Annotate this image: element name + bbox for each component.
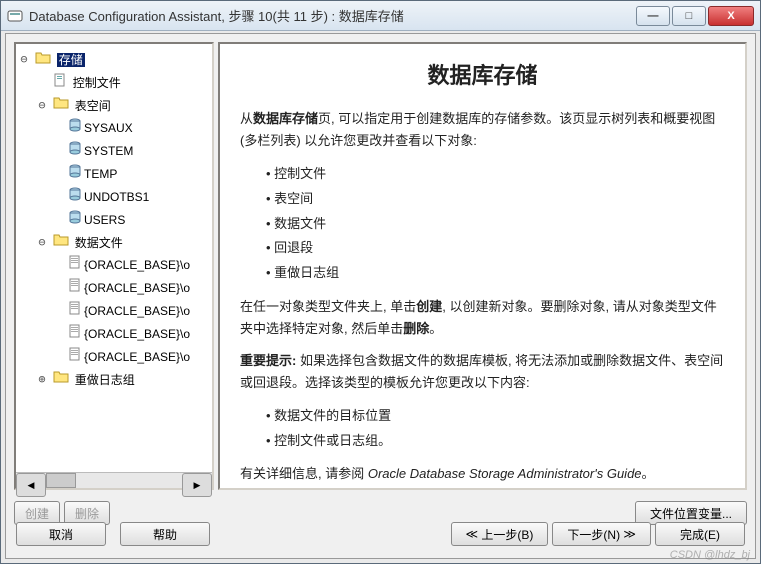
tree-item-label: TEMP	[84, 167, 117, 181]
tree-item-label: {ORACLE_BASE}\o	[84, 258, 190, 272]
scroll-right-icon[interactable]: ▶	[182, 473, 212, 497]
tree-datafile-item[interactable]: {ORACLE_BASE}\o	[54, 345, 210, 368]
tablespace-icon	[68, 209, 82, 231]
tree-tablespace-item[interactable]: USERS	[54, 208, 210, 231]
tree-item-label: UNDOTBS1	[84, 190, 149, 204]
app-window: Database Configuration Assistant, 步骤 10(…	[0, 0, 761, 564]
tree-datafile-item[interactable]: {ORACLE_BASE}\o	[54, 322, 210, 345]
tree-pane: ⊖ 存储 控制文件 ⊖	[14, 42, 214, 490]
back-button[interactable]: ≪ 上一步(B)	[451, 522, 549, 546]
tree-item-label: USERS	[84, 213, 125, 227]
tree-tablespace-item[interactable]: SYSAUX	[54, 116, 210, 139]
template-list: 数据文件的目标位置控制文件或日志组。	[240, 404, 725, 453]
chevron-left-icon: ≪	[466, 527, 482, 541]
tablespace-icon	[68, 117, 82, 139]
list-item: 数据文件的目标位置	[266, 404, 725, 429]
list-item: 控制文件或日志组。	[266, 429, 725, 454]
list-item: 控制文件	[266, 162, 725, 187]
cancel-button[interactable]: 取消	[16, 522, 106, 546]
app-icon	[7, 8, 23, 24]
close-button[interactable]: X	[708, 6, 754, 26]
datafile-icon	[68, 277, 82, 299]
tree-tablespace-item[interactable]: UNDOTBS1	[54, 185, 210, 208]
window-controls: — □ X	[634, 6, 754, 26]
list-item: 表空间	[266, 187, 725, 212]
tree-datafile-item[interactable]: {ORACLE_BASE}\o	[54, 253, 210, 276]
file-icon	[53, 72, 67, 94]
minimize-button[interactable]: —	[636, 6, 670, 26]
folder-open-icon	[53, 94, 69, 116]
tree-item-label: 表空间	[75, 98, 111, 112]
tree-tablespace-item[interactable]: TEMP	[54, 162, 210, 185]
help-button[interactable]: 帮助	[120, 522, 210, 546]
datafile-icon	[68, 254, 82, 276]
tree-tablespace-item[interactable]: SYSTEM	[54, 139, 210, 162]
list-item: 数据文件	[266, 212, 725, 237]
tablespace-icon	[68, 163, 82, 185]
list-item: 回退段	[266, 236, 725, 261]
horizontal-scrollbar[interactable]: ◀ ▶	[16, 472, 212, 488]
tablespace-icon	[68, 186, 82, 208]
tree-datafile-item[interactable]: {ORACLE_BASE}\o	[54, 299, 210, 322]
object-list: 控制文件表空间数据文件回退段重做日志组	[240, 162, 725, 285]
scroll-track[interactable]	[76, 473, 182, 488]
tree-tablespaces[interactable]: ⊖ 表空间 SYSAUX SYSTEM TEMP UNDOTBS1 USERS	[36, 94, 210, 231]
watermark: CSDN @lhdz_bj	[670, 549, 750, 561]
create-delete-paragraph: 在任一对象类型文件夹上, 单击创建, 以创建新对象。要删除对象, 请从对象类型文…	[240, 296, 725, 340]
tree-item-label: SYSAUX	[84, 121, 133, 135]
chevron-right-icon: ≫	[620, 527, 636, 541]
client-area: ⊖ 存储 控制文件 ⊖	[5, 33, 756, 559]
tree-item-label: 控制文件	[73, 76, 121, 90]
tree-item-label: {ORACLE_BASE}\o	[84, 281, 190, 295]
tree-datafile-item[interactable]: {ORACLE_BASE}\o	[54, 276, 210, 299]
scroll-left-icon[interactable]: ◀	[16, 473, 46, 497]
list-item: 重做日志组	[266, 261, 725, 286]
tree-item-label: SYSTEM	[84, 144, 133, 158]
maximize-button[interactable]: □	[672, 6, 706, 26]
tree-item-label: 数据文件	[75, 235, 123, 249]
tree-item-label: {ORACLE_BASE}\o	[84, 304, 190, 318]
important-note: 重要提示: 如果选择包含数据文件的数据库模板, 将无法添加或删除数据文件、表空间…	[240, 350, 725, 394]
tree-item-label: {ORACLE_BASE}\o	[84, 350, 190, 364]
collapse-icon[interactable]: ⊖	[36, 231, 48, 253]
expand-icon[interactable]: ⊕	[36, 368, 48, 390]
tree-item-label: 重做日志组	[75, 372, 135, 386]
tree-root[interactable]: ⊖ 存储 控制文件 ⊖	[18, 48, 210, 390]
tree-root-label[interactable]: 存储	[57, 53, 85, 67]
scroll-thumb[interactable]	[46, 473, 76, 488]
intro-paragraph: 从数据库存储页, 可以指定用于创建数据库的存储参数。该页显示树列表和概要视图 (…	[240, 108, 725, 152]
see-also: 有关详细信息, 请参阅 Oracle Database Storage Admi…	[240, 463, 725, 485]
finish-button[interactable]: 完成(E)	[655, 522, 745, 546]
datafile-icon	[68, 346, 82, 368]
titlebar[interactable]: Database Configuration Assistant, 步骤 10(…	[1, 1, 760, 31]
tablespace-icon	[68, 140, 82, 162]
next-button[interactable]: 下一步(N) ≫	[552, 522, 651, 546]
collapse-icon[interactable]: ⊖	[36, 94, 48, 116]
tree-item-label: {ORACLE_BASE}\o	[84, 327, 190, 341]
folder-open-icon	[35, 49, 51, 71]
folder-open-icon	[53, 231, 69, 253]
collapse-icon[interactable]: ⊖	[18, 48, 30, 70]
folder-icon	[53, 368, 69, 390]
tree-redo[interactable]: ⊕ 重做日志组	[36, 368, 210, 391]
tree-controlfiles[interactable]: 控制文件	[36, 71, 210, 94]
datafile-icon	[68, 323, 82, 345]
datafile-icon	[68, 300, 82, 322]
content-pane: 数据库存储 从数据库存储页, 可以指定用于创建数据库的存储参数。该页显示树列表和…	[218, 42, 747, 490]
window-title: Database Configuration Assistant, 步骤 10(…	[29, 6, 634, 25]
tree-datafiles[interactable]: ⊖ 数据文件 {ORACLE_BASE}\o {ORACLE_BASE}\o {OR…	[36, 231, 210, 368]
tree[interactable]: ⊖ 存储 控制文件 ⊖	[16, 44, 212, 472]
wizard-button-row: 取消 帮助 ≪ 上一步(B) 下一步(N) ≫ 完成(E)	[16, 522, 745, 546]
page-heading: 数据库存储	[240, 58, 725, 90]
